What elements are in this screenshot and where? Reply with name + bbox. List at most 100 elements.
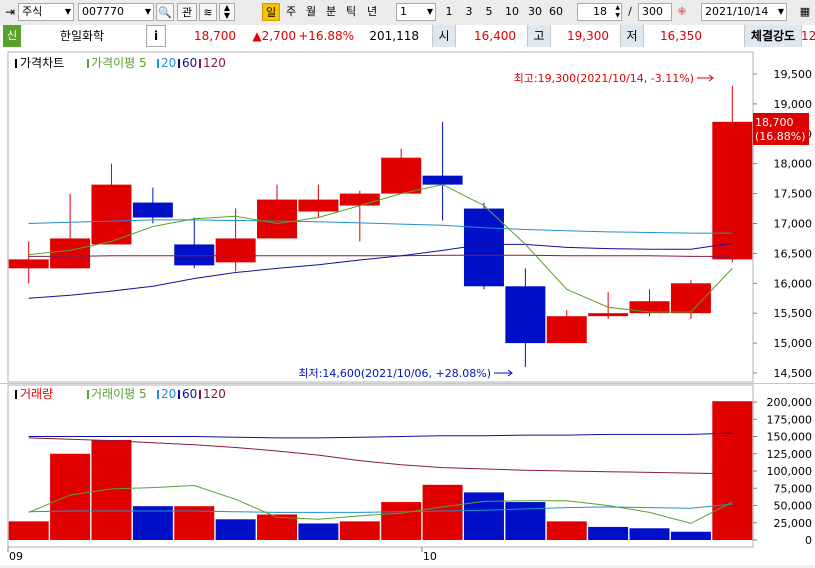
grid-settings-icon: ⁜ <box>677 5 687 18</box>
volume-bar[interactable] <box>339 521 380 540</box>
volume-bar[interactable] <box>422 484 463 540</box>
volume-tick-label: 150,000 <box>767 431 813 444</box>
candle-body[interactable] <box>670 283 711 314</box>
total-count-field[interactable]: 300 <box>638 3 672 21</box>
total-count-value: 300 <box>642 5 663 18</box>
interval-60[interactable]: 60 <box>546 3 566 21</box>
interval-5[interactable]: 5 <box>481 3 497 21</box>
strength-label: 체결강도 <box>744 25 802 47</box>
search-icon: 🔍 <box>158 6 172 19</box>
candle-body[interactable] <box>215 238 256 263</box>
interval-10[interactable]: 10 <box>501 3 523 21</box>
chart-area[interactable]: 19,50019,00018,50018,00017,50017,00016,5… <box>0 47 815 565</box>
candle-body[interactable] <box>298 199 339 212</box>
volume-bar[interactable] <box>629 528 670 540</box>
settings-button[interactable]: ⁜ <box>674 3 690 21</box>
stock-name: 한일화학 <box>59 29 105 43</box>
volume-tick-label: 0 <box>805 534 812 547</box>
price-legend-marker <box>87 59 89 68</box>
candle-body[interactable] <box>505 286 546 344</box>
price-tick-label: 17,500 <box>774 188 813 201</box>
high-label: 고 <box>527 25 551 47</box>
volume-bar[interactable] <box>298 523 339 540</box>
volume-bar[interactable] <box>8 521 49 540</box>
open-label: 시 <box>432 25 456 47</box>
pin-icon[interactable]: ⇥ <box>3 3 17 21</box>
period-tick[interactable]: 틱 <box>342 3 360 21</box>
current-price-tag-rate: (16.88%) <box>755 130 806 143</box>
volume-bar[interactable] <box>463 492 504 540</box>
price-legend-marker <box>178 59 180 68</box>
candle-body[interactable] <box>422 175 463 185</box>
candle-body[interactable] <box>463 208 504 287</box>
gwan-button[interactable]: 관 <box>177 3 197 21</box>
period-year[interactable]: 년 <box>362 3 382 21</box>
candle-body[interactable] <box>339 193 380 206</box>
volume-bar[interactable] <box>546 521 587 540</box>
stock-code-input[interactable]: 007770 ▼ <box>78 3 154 21</box>
market-select[interactable]: 주식 ▼ <box>18 3 74 21</box>
interval-1[interactable]: 1 <box>441 3 457 21</box>
candle-body[interactable] <box>257 199 298 239</box>
candle-body[interactable] <box>712 121 753 260</box>
credit-badge: 신 <box>3 25 21 47</box>
volume-bar[interactable] <box>91 439 132 540</box>
interval-select[interactable]: 1 ▼ <box>396 3 436 21</box>
candle-body[interactable] <box>132 202 173 218</box>
date-select[interactable]: 2021/10/14 ▼ <box>701 3 787 21</box>
volume-bar[interactable] <box>712 401 753 540</box>
x-axis-label: 09 <box>9 550 23 563</box>
period-week[interactable]: 주 <box>282 3 300 21</box>
strength-value: 128.9 <box>801 29 815 43</box>
price-tick-label: 14,500 <box>774 367 813 380</box>
period-minute[interactable]: 분 <box>322 3 340 21</box>
trade-volume: 201,118 <box>369 29 419 43</box>
volume-bar[interactable] <box>670 531 711 540</box>
volume-bar[interactable] <box>505 502 546 540</box>
price-legend-ma120: 120 <box>203 56 226 70</box>
candle-body[interactable] <box>588 313 629 317</box>
view-count-value: 18 <box>593 5 607 18</box>
candle-body[interactable] <box>629 301 670 314</box>
price-legend-title: 가격차트 <box>20 56 64 70</box>
calendar-button[interactable]: ▦ <box>796 3 814 21</box>
price-legend-marker <box>15 59 17 68</box>
price-tick-label: 17,000 <box>774 218 813 231</box>
volume-bar[interactable] <box>215 519 256 540</box>
candle-body[interactable] <box>546 316 587 344</box>
view-count-stepper[interactable]: 18 ▲ ▼ <box>577 3 622 21</box>
high-price: 19,300 <box>567 29 609 43</box>
up-down-icon: ▲ ▼ <box>223 3 231 20</box>
low-annotation: 최저:14,600(2021/10/06, +28.08%) <box>298 367 491 380</box>
x-axis-label: 10 <box>423 550 437 563</box>
candle-body[interactable] <box>174 244 215 266</box>
candle-body[interactable] <box>381 157 422 194</box>
volume-bar[interactable] <box>50 453 91 540</box>
count-separator: / <box>628 5 632 18</box>
stepper-button[interactable]: ▲ ▼ <box>219 3 235 21</box>
period-day[interactable]: 일 <box>262 3 280 21</box>
candle-body[interactable] <box>91 184 132 245</box>
date-select-value: 2021/10/14 <box>705 5 769 18</box>
volume-legend-ma20: 20 <box>161 387 176 401</box>
price-change: ▲2,700 <box>252 29 296 43</box>
chevron-down-icon: ▼ <box>426 7 433 16</box>
candle-body[interactable] <box>50 238 91 269</box>
volume-bar[interactable] <box>588 526 629 540</box>
volume-bar[interactable] <box>381 502 422 540</box>
chevron-down-icon: ▼ <box>777 7 784 16</box>
stock-chart[interactable]: 19,50019,00018,50018,00017,50017,00016,5… <box>0 47 815 565</box>
candle-body[interactable] <box>8 259 49 269</box>
price-tick-label: 15,000 <box>774 337 813 350</box>
volume-legend-title: 거래량 <box>20 387 53 401</box>
stock-info-button[interactable]: i <box>146 25 166 47</box>
period-month[interactable]: 월 <box>302 3 320 21</box>
current-price-tag-value: 18,700 <box>755 116 794 129</box>
interval-3[interactable]: 3 <box>461 3 477 21</box>
interval-30[interactable]: 30 <box>525 3 545 21</box>
search-button[interactable]: 🔍 <box>156 3 174 21</box>
stack-button[interactable]: ≋ <box>199 3 217 21</box>
stack-icon: ≋ <box>203 6 213 19</box>
low-price: 16,350 <box>660 29 702 43</box>
price-tick-label: 16,000 <box>774 277 813 290</box>
